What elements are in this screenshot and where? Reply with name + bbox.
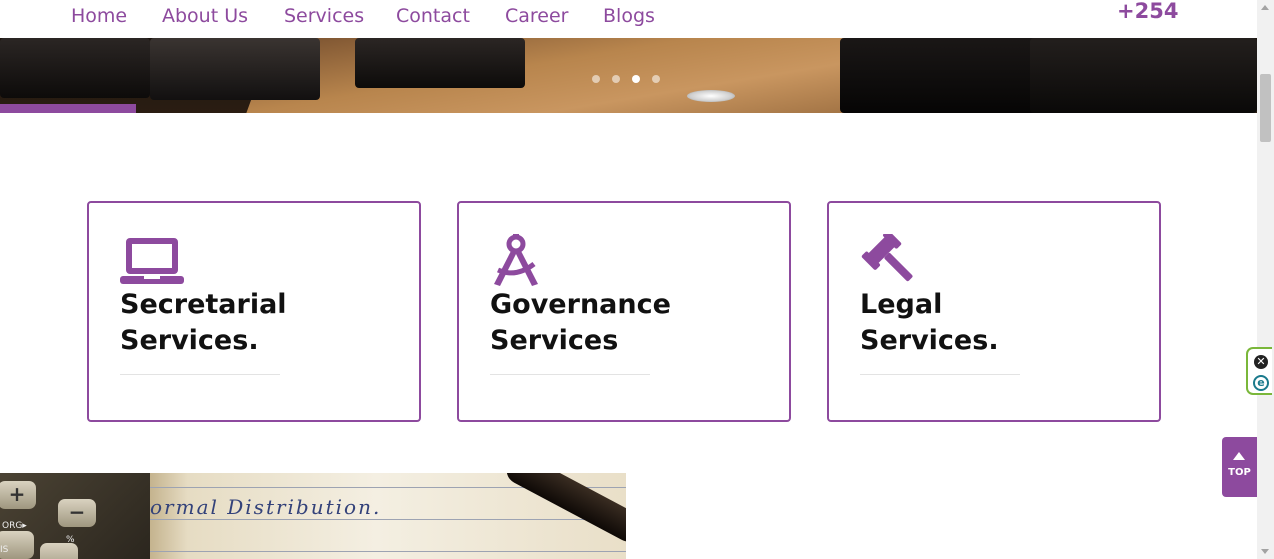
service-title: Legal Services. [860,287,1150,359]
top-navigation: Home About Us Services Contact Career Bl… [0,0,1257,38]
service-card-legal[interactable]: Legal Services. [827,201,1161,422]
compass-icon [494,234,538,286]
page: Home About Us Services Contact Career Bl… [0,0,1257,559]
service-card-secretarial[interactable]: Secretarial Services. [87,201,421,422]
nav-contact-link[interactable]: Contact [396,5,470,27]
back-to-top-button[interactable]: TOP [1222,437,1257,497]
service-title-line: Legal [860,289,943,320]
slider-dot[interactable] [592,75,600,83]
calculator-key-label: % [66,535,75,545]
hero-chair-image [840,38,1040,113]
browser-extension-widget: ✕ e [1246,347,1272,395]
calculator-key [40,543,78,559]
hero-chair-image [0,38,150,98]
hero-chair-image [1030,38,1257,113]
pen-image [501,473,626,547]
handwritten-text: ormal Distribution. [150,495,382,519]
calculator-key-label: ORG▸ [2,521,27,531]
close-icon[interactable]: ✕ [1254,355,1268,369]
scroll-down-arrow-icon[interactable] [1261,549,1269,554]
paper-rule [150,551,626,552]
scrollbar-thumb[interactable] [1260,74,1271,142]
hero-chair-image [355,38,525,88]
service-title-line: Services. [860,325,999,356]
page-scrollbar[interactable] [1257,0,1274,559]
service-title: Governance Services [490,287,780,359]
nav-blogs-link[interactable]: Blogs [603,5,655,27]
extension-e-icon[interactable]: e [1253,375,1269,391]
service-card-governance[interactable]: Governance Services [457,201,791,422]
slider-dots [592,75,660,83]
slider-dot[interactable] [652,75,660,83]
slider-dot[interactable] [612,75,620,83]
accounting-photo: ormal Distribution. + − ORG▸ % IS [0,473,626,559]
slider-dot[interactable] [632,75,640,83]
laptop-icon [120,238,184,284]
chevron-up-icon [1233,452,1245,460]
hero-accent-bar [0,104,136,113]
divider [120,374,280,375]
gavel-icon [861,234,913,282]
service-title-line: Governance [490,289,671,320]
hero-slider [0,38,1257,113]
back-to-top-label: TOP [1228,467,1251,478]
nav-career-link[interactable]: Career [505,5,569,27]
divider [860,374,1020,375]
scroll-up-arrow-icon[interactable] [1261,5,1269,10]
calculator-image: + − ORG▸ % IS [0,473,150,559]
calculator-key: + [0,481,36,509]
service-title: Secretarial Services. [120,287,410,359]
service-title-line: Services. [120,325,259,356]
divider [490,374,650,375]
service-title-line: Secretarial [120,289,287,320]
nav-about-us-link[interactable]: About Us [162,5,248,27]
calculator-key-label: IS [0,545,9,555]
hero-chair-image [150,38,320,100]
service-title-line: Services [490,325,619,356]
paper-rule [150,519,626,520]
calculator-key: − [58,499,96,527]
nav-services-link[interactable]: Services [284,5,364,27]
phone-number[interactable]: +254 7 [1117,0,1182,23]
hero-glass-image [687,90,735,102]
nav-home-link[interactable]: Home [71,5,127,27]
